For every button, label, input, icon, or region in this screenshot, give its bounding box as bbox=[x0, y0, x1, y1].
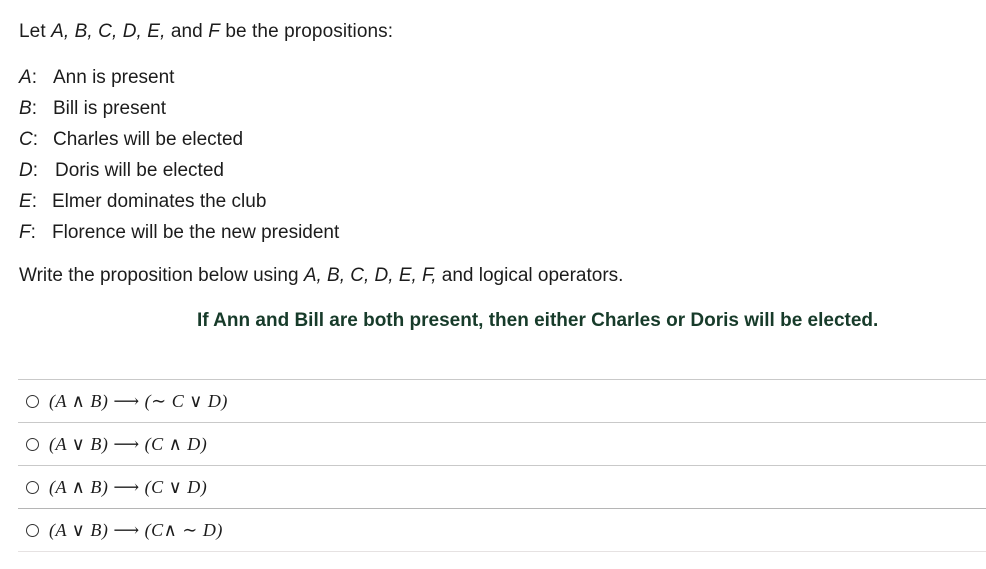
intro-variables: A, B, C, D, E, bbox=[51, 21, 166, 42]
definition-key: D: bbox=[19, 160, 39, 181]
definition-key: B: bbox=[19, 98, 37, 119]
definition-text: Doris will be elected bbox=[55, 160, 224, 181]
intro-prefix: Let bbox=[19, 21, 52, 42]
intro-suffix: be the propositions: bbox=[219, 21, 394, 42]
option-label[interactable]: (A ∨ B) ⟶ (C∧ ∼ D) bbox=[49, 520, 223, 541]
proposition-definitions: A: Ann is present B: Bill is present C: … bbox=[19, 65, 339, 251]
intro-middle: and bbox=[165, 21, 209, 42]
definition-row: A: Ann is present bbox=[19, 65, 339, 96]
radio-button-icon[interactable] bbox=[26, 437, 39, 451]
instruction-variables: A, B, C, D, E, F, bbox=[303, 265, 437, 286]
definition-key: A: bbox=[19, 67, 37, 88]
intro-text: Let A, B, C, D, E, and F be the proposit… bbox=[19, 21, 393, 43]
definition-row: B: Bill is present bbox=[19, 96, 339, 127]
instruction-prefix: Write the proposition below using bbox=[19, 265, 304, 286]
option-label[interactable]: (A ∧ B) ⟶ (∼ C ∨ D) bbox=[49, 391, 228, 412]
option-label[interactable]: (A ∧ B) ⟶ (C ∨ D) bbox=[49, 477, 207, 498]
definition-row: F: Florence will be the new president bbox=[19, 220, 339, 251]
definition-text: Bill is present bbox=[53, 98, 166, 119]
definition-text: Charles will be elected bbox=[53, 129, 244, 150]
radio-button-icon[interactable] bbox=[26, 394, 39, 408]
answer-option[interactable]: (A ∧ B) ⟶ (∼ C ∨ D) bbox=[18, 379, 986, 422]
option-label[interactable]: (A ∨ B) ⟶ (C ∧ D) bbox=[49, 434, 207, 455]
radio-button-icon[interactable] bbox=[26, 480, 39, 494]
definition-row: C: Charles will be elected bbox=[19, 127, 339, 158]
answer-option[interactable]: (A ∨ B) ⟶ (C ∧ D) bbox=[18, 422, 986, 465]
radio-button-icon[interactable] bbox=[26, 523, 39, 537]
answer-option[interactable]: (A ∧ B) ⟶ (C ∨ D) bbox=[18, 465, 986, 508]
definition-text: Ann is present bbox=[53, 67, 175, 88]
definition-key: F: bbox=[19, 222, 36, 243]
definition-key: C: bbox=[19, 129, 39, 150]
definition-row: E: Elmer dominates the club bbox=[19, 189, 339, 220]
instruction-text: Write the proposition below using A, B, … bbox=[19, 265, 623, 287]
instruction-suffix: and logical operators. bbox=[436, 265, 624, 286]
target-statement: If Ann and Bill are both present, then e… bbox=[197, 310, 879, 331]
definition-row: D: Doris will be elected bbox=[19, 158, 339, 189]
intro-last-variable: F bbox=[208, 21, 220, 42]
definition-key: E: bbox=[19, 191, 37, 212]
definition-text: Florence will be the new president bbox=[52, 222, 340, 243]
answer-option[interactable]: (A ∨ B) ⟶ (C∧ ∼ D) bbox=[18, 508, 986, 552]
answer-options: (A ∧ B) ⟶ (∼ C ∨ D) (A ∨ B) ⟶ (C ∧ D) (A… bbox=[18, 379, 986, 552]
definition-text: Elmer dominates the club bbox=[52, 191, 267, 212]
